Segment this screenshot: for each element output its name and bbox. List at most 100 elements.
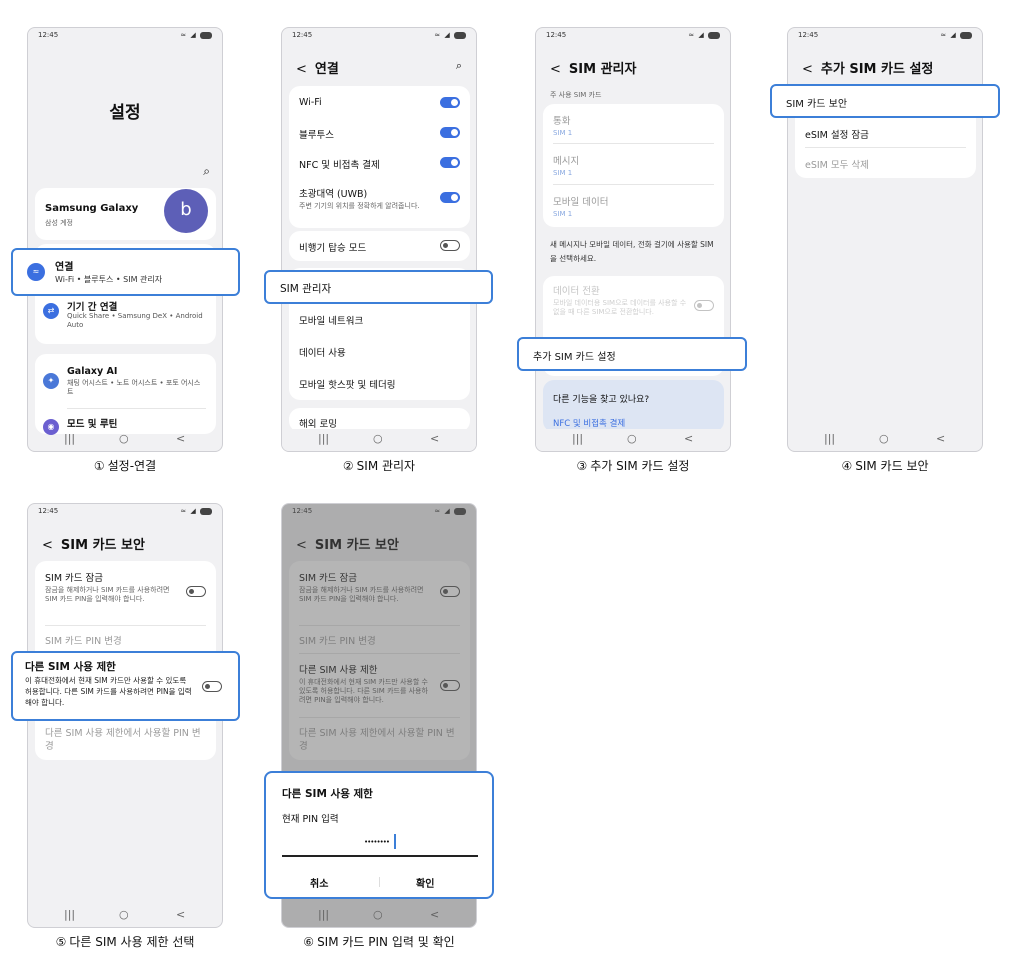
wifi-icon: ≈ xyxy=(688,31,696,39)
nfc-link[interactable]: NFC 및 비접촉 결제 xyxy=(553,417,625,429)
wifi-connection-icon: ≈ xyxy=(27,263,45,281)
data-switch-title[interactable]: 데이터 전환 xyxy=(553,286,600,297)
wifi-toggle[interactable] xyxy=(440,97,460,108)
search-icon[interactable]: ⌕ xyxy=(456,59,462,73)
messages-item[interactable]: 메시지 xyxy=(553,156,579,167)
galaxy-ai-title[interactable]: Galaxy AI xyxy=(67,366,206,377)
nfc-label[interactable]: NFC 및 비접촉 결제 xyxy=(299,157,460,171)
back-nav-icon[interactable]: < xyxy=(684,432,693,445)
battery-icon xyxy=(708,31,720,39)
wifi-icon: ≈ xyxy=(940,31,948,39)
home-icon[interactable]: ○ xyxy=(627,432,637,445)
phone-connections: 12:45 ≈ ◢ < 연결 ⌕ Wi-Fi 블루투스 NFC 및 비접촉 결제 … xyxy=(281,27,477,452)
restrict-pin-change-item[interactable]: 다른 SIM 사용 제한에서 사용할 PIN 변경 xyxy=(45,727,206,754)
sim-notice: 새 메시지나 모바일 데이터, 전화 걸기에 사용할 SIM을 선택하세요. xyxy=(550,240,714,263)
messages-sim: SIM 1 xyxy=(553,169,573,177)
sim-pin-change-item[interactable]: SIM 카드 PIN 변경 xyxy=(45,633,206,647)
more-sim-settings-label: 추가 SIM 카드 설정 xyxy=(533,352,616,363)
uwb-label[interactable]: 초광대역 (UWB) xyxy=(299,189,367,200)
wifi-icon: ≈ xyxy=(434,31,442,39)
button-divider xyxy=(379,877,380,887)
airplane-group: 비행기 탑승 모드 xyxy=(289,231,470,261)
connections-title: 연결 xyxy=(55,262,74,273)
step-caption-6: ⑥ SIM 카드 PIN 입력 및 확인 xyxy=(303,935,455,949)
signal-icon: ◢ xyxy=(950,31,957,39)
pin-input[interactable]: •••••••• xyxy=(282,831,478,857)
sim-lock-title[interactable]: SIM 카드 잠금 xyxy=(45,573,103,584)
page-title: SIM 카드 보안 xyxy=(60,538,145,553)
back-nav-icon[interactable]: < xyxy=(176,908,185,921)
esim-delete-item[interactable]: eSIM 모두 삭제 xyxy=(805,157,966,171)
back-icon[interactable]: < xyxy=(296,62,307,77)
mobile-data-sim: SIM 1 xyxy=(553,210,573,218)
modes-title[interactable]: 모드 및 루틴 xyxy=(67,416,206,430)
nfc-toggle[interactable] xyxy=(440,157,460,168)
sim-security-item[interactable]: SIM 카드 보안 xyxy=(770,84,1000,118)
back-icon[interactable]: < xyxy=(550,62,561,77)
more-sim-settings-item[interactable]: 추가 SIM 카드 설정 xyxy=(517,337,747,371)
data-switch-toggle[interactable] xyxy=(694,300,714,311)
phone-settings: 12:45 ≈ ◢ 설정 ⌕ Samsung Galaxy 삼성 계정 b ⇄ … xyxy=(27,27,223,452)
status-bar: 12:45 ≈ ◢ xyxy=(38,31,212,43)
back-icon[interactable]: < xyxy=(42,538,53,553)
calls-item[interactable]: 통화 xyxy=(553,116,570,127)
navigation-bar: ||| ○ < xyxy=(536,429,730,451)
airplane-label[interactable]: 비행기 탑승 모드 xyxy=(299,240,460,254)
dialog-label: 현재 PIN 입력 xyxy=(282,814,339,825)
mobile-networks-item[interactable]: 모바일 네트워크 xyxy=(299,313,460,327)
recent-apps-icon[interactable]: ||| xyxy=(64,432,75,445)
signal-icon: ◢ xyxy=(190,507,197,515)
devices-title[interactable]: 기기 간 연결 xyxy=(67,299,206,313)
bluetooth-label[interactable]: 블루투스 xyxy=(299,127,460,141)
navigation-bar: ||| ○ < xyxy=(788,429,982,451)
sim-manager-item[interactable]: SIM 관리자 xyxy=(264,270,493,304)
phone-sim-manager: 12:45 ≈ ◢ < SIM 관리자 주 사용 SIM 카드 통화 SIM 1 … xyxy=(535,27,731,452)
restrict-other-sim-item[interactable]: 다른 SIM 사용 제한 이 휴대전화에서 현재 SIM 카드만 사용할 수 있… xyxy=(11,651,240,721)
pin-dialog: 다른 SIM 사용 제한 현재 PIN 입력 •••••••• 취소 확인 xyxy=(264,771,494,899)
sim-security-label: SIM 카드 보안 xyxy=(786,99,848,110)
status-bar: 12:45 ≈ ◢ xyxy=(292,31,466,43)
galaxy-ai-sub: 채팅 어시스트 • 노트 어시스트 • 포토 어시스트 xyxy=(67,379,201,397)
esim-lock-item[interactable]: eSIM 설정 잠금 xyxy=(805,127,966,141)
uwb-sub: 주변 기기의 위치를 정확하게 알려줍니다. xyxy=(299,202,420,210)
bluetooth-toggle[interactable] xyxy=(440,127,460,138)
mobile-data-item[interactable]: 모바일 데이터 xyxy=(553,197,608,208)
restrict-toggle[interactable] xyxy=(202,681,222,692)
home-icon[interactable]: ○ xyxy=(119,432,129,445)
navigation-bar: ||| ○ < xyxy=(28,429,222,451)
settings-group-2: ✦ Galaxy AI 채팅 어시스트 • 노트 어시스트 • 포토 어시스트 … xyxy=(35,354,216,435)
uwb-toggle[interactable] xyxy=(440,192,460,203)
recent-apps-icon[interactable]: ||| xyxy=(572,432,583,445)
back-nav-icon[interactable]: < xyxy=(176,432,185,445)
search-icon[interactable]: ⌕ xyxy=(203,164,210,179)
wifi-label[interactable]: Wi-Fi xyxy=(299,97,460,108)
home-icon[interactable]: ○ xyxy=(373,432,383,445)
step-caption-4: ④ SIM 카드 보안 xyxy=(841,459,929,473)
step-caption-3: ③ 추가 SIM 카드 설정 xyxy=(576,459,690,473)
roaming-item[interactable]: 해외 로밍 xyxy=(299,416,460,430)
connections-item[interactable]: ≈ 연결 Wi-Fi • 블루투스 • SIM 관리자 xyxy=(11,248,240,296)
signal-icon: ◢ xyxy=(190,31,197,39)
hotspot-item[interactable]: 모바일 핫스팟 및 테더링 xyxy=(299,377,460,391)
home-icon[interactable]: ○ xyxy=(879,432,889,445)
back-icon[interactable]: < xyxy=(802,62,813,77)
recent-apps-icon[interactable]: ||| xyxy=(318,432,329,445)
sim-lock-toggle[interactable] xyxy=(186,586,206,597)
cancel-button[interactable]: 취소 xyxy=(310,875,328,890)
confirm-button[interactable]: 확인 xyxy=(416,875,434,890)
account-card[interactable]: Samsung Galaxy 삼성 계정 b xyxy=(35,188,216,240)
help-title: 다른 기능을 찾고 있나요? xyxy=(553,395,650,405)
airplane-toggle[interactable] xyxy=(440,240,460,251)
step-caption-1: ① 설정-연결 xyxy=(93,459,157,473)
back-nav-icon[interactable]: < xyxy=(430,432,439,445)
recent-apps-icon[interactable]: ||| xyxy=(824,432,835,445)
recent-apps-icon[interactable]: ||| xyxy=(64,908,75,921)
text-cursor xyxy=(394,834,396,849)
screen-header: < SIM 카드 보안 xyxy=(42,534,145,553)
back-nav-icon[interactable]: < xyxy=(936,432,945,445)
avatar[interactable]: b xyxy=(164,189,208,233)
data-usage-item[interactable]: 데이터 사용 xyxy=(299,345,460,359)
connections-sub: Wi-Fi • 블루투스 • SIM 관리자 xyxy=(55,275,163,284)
page-title: 추가 SIM 카드 설정 xyxy=(820,62,934,77)
home-icon[interactable]: ○ xyxy=(119,908,129,921)
